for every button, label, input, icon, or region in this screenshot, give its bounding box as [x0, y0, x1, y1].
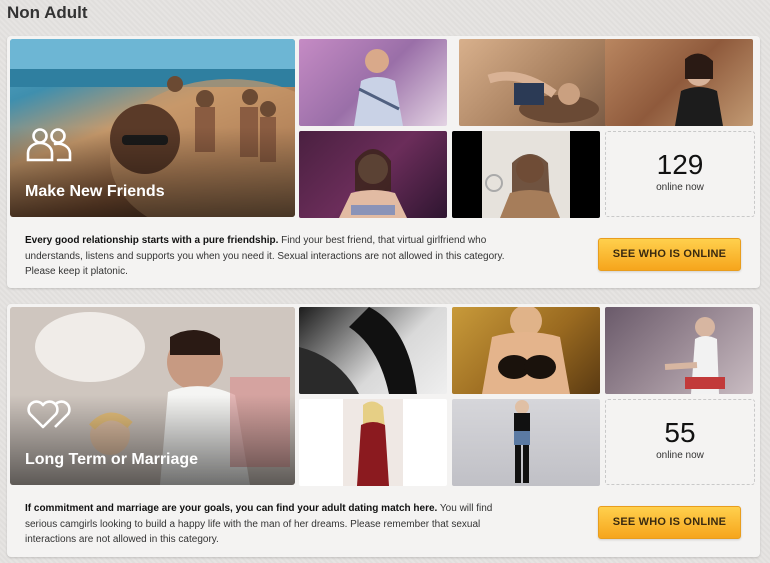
see-who-is-online-button[interactable]: SEE WHO IS ONLINE [598, 238, 741, 271]
online-count-box: 55 online now [605, 399, 755, 485]
profile-thumb[interactable] [459, 39, 607, 126]
category-card-marriage: Long Term or Marriage 55 online now If c… [7, 304, 760, 557]
hero-title: Long Term or Marriage [25, 451, 199, 468]
profile-thumb[interactable] [452, 399, 600, 486]
profile-thumb[interactable] [605, 307, 753, 394]
category-card-friends: Make New Friends 129 online now Every go… [7, 36, 760, 288]
profile-thumb[interactable] [299, 39, 447, 126]
profile-thumb[interactable] [452, 307, 600, 394]
page-title: Non Adult [7, 3, 88, 22]
online-count-box: 129 online now [605, 131, 755, 217]
online-count: 55 [664, 417, 696, 448]
category-description: If commitment and marriage are your goal… [25, 501, 505, 548]
description-lead: Every good relationship starts with a pu… [25, 235, 279, 246]
hearts-icon [27, 400, 71, 429]
online-label: online now [656, 450, 704, 461]
description-lead: If commitment and marriage are your goal… [25, 503, 438, 514]
online-label: online now [656, 182, 704, 193]
profile-thumb[interactable] [299, 399, 447, 486]
profile-thumb[interactable] [452, 131, 600, 218]
friends-icon [26, 128, 72, 162]
see-who-is-online-button[interactable]: SEE WHO IS ONLINE [598, 506, 741, 539]
profile-thumb[interactable] [299, 307, 447, 394]
category-description: Every good relationship starts with a pu… [25, 233, 505, 280]
hero-image-marriage[interactable]: Long Term or Marriage [10, 307, 295, 485]
online-count: 129 [656, 149, 704, 180]
profile-thumb[interactable] [605, 39, 753, 126]
hero-image-friends[interactable]: Make New Friends [10, 39, 295, 217]
hero-title: Make New Friends [25, 183, 165, 200]
profile-thumb[interactable] [299, 131, 447, 218]
